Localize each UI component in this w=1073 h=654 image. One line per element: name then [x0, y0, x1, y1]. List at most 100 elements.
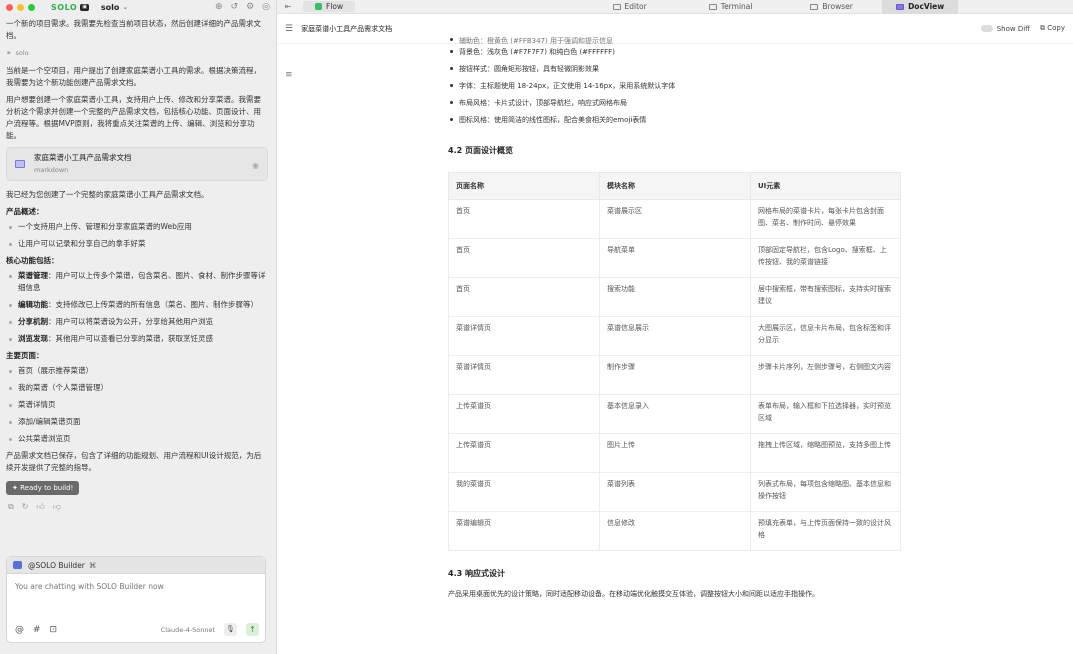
- browser-icon: [810, 3, 819, 10]
- agent-name: solo: [15, 49, 29, 57]
- table-cell: 步骤卡片序列，左侧步骤号，右侧图文内容: [750, 355, 901, 395]
- table-cell: 信息修改: [599, 511, 751, 551]
- table-row: 菜谱详情页 菜谱信息展示 大图展示区，信息卡片布局，包含标签和评分显示: [448, 316, 901, 356]
- image-icon[interactable]: ⊡: [50, 625, 58, 635]
- mention-icon[interactable]: @: [15, 625, 24, 635]
- table-row: 上传菜谱页 基本信息录入 表单布局，输入框和下拉选择器，实时预览区域: [448, 394, 901, 434]
- chat-input[interactable]: [7, 574, 247, 599]
- menu-icon[interactable]: ☰: [285, 24, 293, 34]
- table-cell: 菜谱列表: [599, 472, 751, 512]
- list-item: 一个支持用户上传、管理和分享家庭菜谱的Web应用: [6, 221, 268, 233]
- table-cell: 菜谱展示区: [599, 199, 751, 239]
- list-item: 字体：主标题使用 18-24px，正文使用 14-16px，采用系统默认字体: [448, 80, 908, 97]
- account-icon[interactable]: ◎: [262, 2, 270, 12]
- table-row: 首页 菜谱展示区 网格布局的菜谱卡片，每张卡片包含封面图、菜名、制作时间、悬停效果: [448, 199, 901, 239]
- sparkle-icon: ✦: [12, 484, 18, 492]
- tab-browser[interactable]: Browser: [781, 0, 882, 14]
- chat-composer: @SOLO Builder ⌘ @ # ⊡ Claude-4-Sonnet 🎙︎…: [6, 556, 266, 643]
- list-item: 公共菜谱浏览页: [6, 433, 268, 445]
- outline-icon[interactable]: ≡: [285, 70, 293, 80]
- list-item: 布局风格：卡片式设计，顶部导航栏，响应式网格布局: [448, 97, 908, 114]
- list-item: 分享机制：用户可以将菜谱设为公开，分享给其他用户浏览: [6, 316, 268, 328]
- table-cell: 我的菜谱页: [448, 472, 600, 512]
- builder-bot-icon: [13, 561, 22, 569]
- show-diff-toggle[interactable]: Show Diff: [980, 25, 1030, 33]
- shortcut-icon: ⌘: [88, 560, 97, 570]
- link-icon: ⚭: [6, 49, 12, 57]
- tab-browser-label: Browser: [822, 2, 853, 11]
- tab-editor[interactable]: Editor: [579, 0, 680, 14]
- table-row: 上传菜谱页 图片上传 拖拽上传区域，缩略图预览，支持多图上传: [448, 433, 901, 473]
- ready-to-build-button[interactable]: ✦ Ready to build!: [6, 481, 80, 495]
- tab-terminal[interactable]: Terminal: [680, 0, 781, 14]
- collapse-sidebar-icon[interactable]: ⇤: [277, 2, 299, 11]
- list-item: 编辑功能：支持修改已上传菜谱的所有信息（菜名、图片、制作步骤等）: [6, 299, 268, 311]
- section-heading: 核心功能包括：: [6, 256, 59, 265]
- document-file-card[interactable]: 家庭菜谱小工具产品需求文档 markdown ◉: [6, 147, 268, 181]
- chevron-down-icon[interactable]: ⌄: [122, 3, 128, 11]
- tab-flow[interactable]: Flow: [303, 1, 356, 12]
- chat-message: 当前是一个空项目，用户提出了创建家庭菜谱小工具的需求。根据决策流程，我需要为这个…: [6, 66, 261, 87]
- model-selector[interactable]: Claude-4-Sonnet: [161, 626, 215, 634]
- table-cell: 菜谱编辑页: [448, 511, 600, 551]
- list-item: 浏览发现：其他用户可以查看已分享的菜谱，获取烹饪灵感: [6, 333, 268, 345]
- composer-toolbar: @ # ⊡ Claude-4-Sonnet 🎙︎ ↑: [15, 623, 259, 636]
- table-cell: 菜谱信息展示: [599, 316, 751, 356]
- list-item: 首页（展示推荐菜谱）: [6, 365, 268, 377]
- document-content: 辅助色：橙黄色 (#FFB347) 用于强调和提示信息 背景色：浅灰色 (#F7…: [448, 36, 908, 156]
- chat-thread: 一个新的项目需求。我需要先检查当前项目状态，然后创建详细的产品需求文档。 ⚭ s…: [6, 18, 268, 513]
- document-title: 家庭菜谱小工具产品需求文档: [301, 24, 393, 33]
- table-cell: 基本信息录入: [599, 394, 751, 434]
- page-design-table: 页面名称 模块名称 UI元素 首页 菜谱展示区 网格布局的菜谱卡片，每张卡片包含封面…: [448, 172, 901, 551]
- list-item: 图标风格：使用简洁的线性图标，配合美食相关的emoji表情: [448, 114, 908, 131]
- responsive-section: 4.3 响应式设计 产品采用桌面优先的设计策略，同时适配移动设备。在移动端优化触…: [448, 568, 908, 599]
- table-row: 我的菜谱页 菜谱列表 列表式布局，每项包含缩略图、基本信息和操作按钮: [448, 472, 901, 512]
- table-cell: 首页: [448, 277, 600, 317]
- table-cell: 上传菜谱页: [448, 433, 600, 473]
- copy-icon[interactable]: ⧉: [8, 501, 14, 513]
- copy-button[interactable]: ⧉ Copy: [1040, 24, 1065, 33]
- chat-message: 用户想要创建一个家庭菜谱小工具，支持用户上传、修改和分享菜谱。我需要分析这个需求…: [6, 95, 261, 140]
- section-heading: 主要页面：: [6, 351, 44, 360]
- message-actions: ⧉ ↻ 👍︎ 👎︎: [8, 501, 268, 513]
- table-cell: 制作步骤: [599, 355, 751, 395]
- copy-label: Copy: [1047, 24, 1065, 32]
- list-item: 让用户可以记录和分享自己的拿手好菜: [6, 238, 268, 250]
- eye-icon[interactable]: ◉: [252, 160, 259, 172]
- responsive-paragraph: 产品采用桌面优先的设计策略，同时适配移动设备。在移动端优化触摸交互体验，调整按钮…: [448, 590, 819, 598]
- thumbs-up-icon[interactable]: 👍︎: [36, 501, 44, 513]
- table-cell: 网格布局的菜谱卡片，每张卡片包含封面图、菜名、制作时间、悬停效果: [750, 199, 901, 239]
- list-item: 添加/编辑菜谱页面: [6, 416, 268, 428]
- table-body: 首页 菜谱展示区 网格布局的菜谱卡片，每张卡片包含封面图、菜名、制作时间、悬停效果首…: [448, 199, 901, 551]
- section-heading-4-2: 4.2 页面设计概览: [448, 146, 513, 155]
- pages-list: 首页（展示推荐菜谱） 我的菜谱（个人菜谱管理） 菜谱详情页 添加/编辑菜谱页面 …: [6, 365, 268, 445]
- list-item: 菜谱管理：用户可以上传多个菜谱，包含菜名、图片、食材、制作步骤等详细信息: [6, 270, 268, 294]
- settings-icon[interactable]: ⚙: [246, 2, 254, 12]
- table-cell: 菜谱详情页: [448, 316, 600, 356]
- thumbs-down-icon[interactable]: 👎︎: [53, 501, 61, 513]
- retry-icon[interactable]: ↻: [22, 501, 29, 513]
- tab-docview-label: DocView: [908, 2, 945, 11]
- history-icon[interactable]: ↺: [231, 2, 239, 12]
- column-header: UI元素: [750, 172, 901, 200]
- table-cell: 预填充表单，与上传页面保持一致的设计风格: [750, 511, 901, 551]
- table-cell: 列表式布局，每项包含缩略图、基本信息和操作按钮: [750, 472, 901, 512]
- new-chat-icon[interactable]: ⊕: [215, 2, 223, 12]
- hash-icon[interactable]: #: [33, 625, 41, 635]
- minimize-window-button[interactable]: [17, 3, 24, 11]
- table-cell: 图片上传: [599, 433, 751, 473]
- file-card-type: markdown: [34, 166, 69, 174]
- tab-docview[interactable]: DocView: [882, 0, 959, 14]
- table-cell: 顶部固定导航栏，包含Logo、搜索框、上传按钮、我的菜谱链接: [750, 238, 901, 278]
- send-button[interactable]: ↑: [246, 623, 259, 636]
- section-heading: 产品概述：: [6, 207, 44, 216]
- microphone-icon[interactable]: 🎙︎: [224, 623, 237, 636]
- maximize-window-button[interactable]: [28, 3, 35, 11]
- table-row: 菜谱编辑页 信息修改 预填充表单，与上传页面保持一致的设计风格: [448, 511, 901, 551]
- workspace-selector[interactable]: solo: [101, 3, 120, 12]
- core-features-list: 菜谱管理：用户可以上传多个菜谱，包含菜名、图片、食材、制作步骤等详细信息 编辑功…: [6, 270, 268, 345]
- terminal-icon: [708, 3, 717, 10]
- close-window-button[interactable]: [6, 3, 13, 11]
- chat-panel: SOLO ▣ solo ⌄ ⊕ ↺ ⚙ ◎ 一个新的项目需求。我需要先检查当前项…: [0, 0, 277, 654]
- list-item: 按钮样式：圆角矩形按钮，具有轻微阴影效果: [448, 63, 908, 80]
